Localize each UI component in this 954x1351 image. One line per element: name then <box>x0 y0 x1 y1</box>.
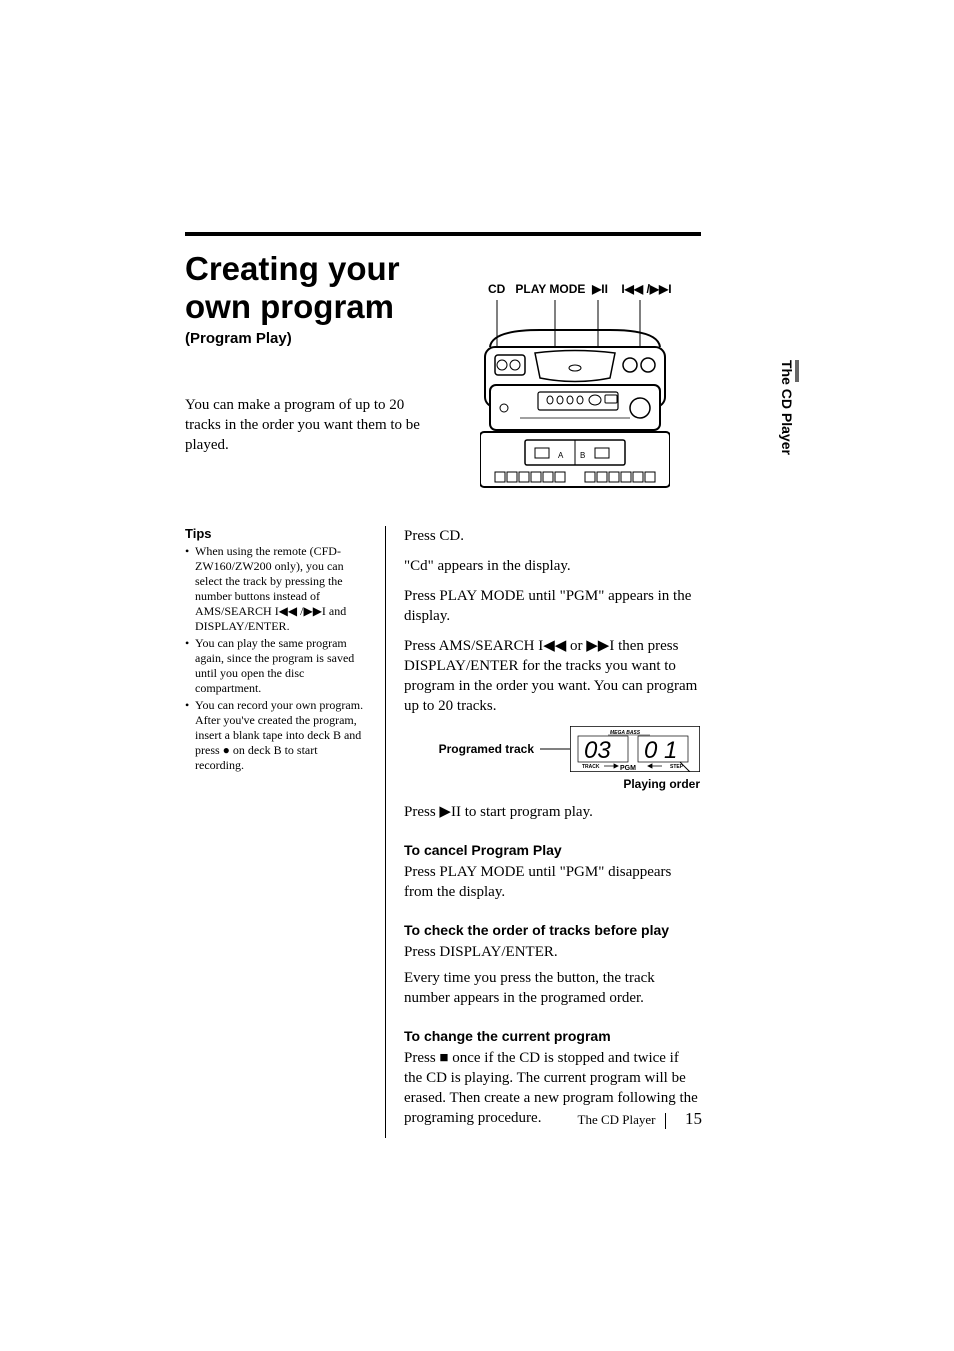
step-4: Press ▶II to start program play. <box>404 802 700 822</box>
step-1a: Press CD. <box>404 526 700 546</box>
tip-item: You can record your own program. After y… <box>185 698 367 773</box>
title-line1: Creating your <box>185 250 400 287</box>
step-label: STEP <box>670 764 684 770</box>
footer-section: The CD Player <box>578 1112 656 1127</box>
device-label-cd: CD <box>488 282 505 296</box>
display-figure-row: Programed track MEGA BASS 03 0 1 TRACK S… <box>404 726 700 772</box>
page-footer: The CD Player 15 <box>567 1109 702 1129</box>
step-3: Press AMS/SEARCH I◀◀ or ▶▶I then press D… <box>404 636 700 716</box>
page-content: Creating your own program (Program Play)… <box>185 232 770 455</box>
playing-order-label: Playing order <box>623 777 700 791</box>
svg-text:A: A <box>558 451 564 460</box>
lcd-right-value: 0 1 <box>644 737 677 764</box>
footer-divider <box>665 1113 666 1129</box>
title-line2: own program <box>185 288 394 325</box>
programed-track-label: Programed track <box>404 739 534 759</box>
tips-heading: Tips <box>185 526 367 541</box>
tip-item: You can play the same program again, sin… <box>185 636 367 696</box>
check-body-2: Every time you press the button, the tra… <box>404 968 700 1008</box>
check-heading: To check the order of tracks before play <box>404 920 700 940</box>
side-tab-label: The CD Player <box>777 360 795 470</box>
lcd-display: MEGA BASS 03 0 1 TRACK STEP PGM <box>570 726 700 772</box>
svg-text:B: B <box>580 451 585 460</box>
device-label-row: CD PLAY MODE ▶II I◀◀ /▶▶I <box>488 282 672 296</box>
prev-next-icon: I◀◀ /▶▶I <box>621 282 671 296</box>
page-number: 15 <box>685 1109 702 1128</box>
side-tab-accent <box>795 360 799 382</box>
device-illustration: A B <box>480 300 670 500</box>
page-subtitle: (Program Play) <box>185 330 770 347</box>
change-heading: To change the current program <box>404 1026 700 1046</box>
leader-line-icon <box>540 739 570 759</box>
pgm-label: PGM <box>620 765 636 772</box>
step-2: Press PLAY MODE until "PGM" appears in t… <box>404 586 700 626</box>
page-title: Creating your own program <box>185 250 770 326</box>
cancel-heading: To cancel Program Play <box>404 840 700 860</box>
track-label: TRACK <box>582 764 600 770</box>
tip-item: When using the remote (CFD-ZW160/ZW200 o… <box>185 544 367 634</box>
step-1b: "Cd" appears in the display. <box>404 556 700 576</box>
cancel-body: Press PLAY MODE until "PGM" disappears f… <box>404 862 700 902</box>
device-label-playmode: PLAY MODE <box>515 282 585 296</box>
play-pause-icon: ▶II <box>592 282 608 296</box>
body-columns: Tips When using the remote (CFD-ZW160/ZW… <box>185 526 700 1138</box>
column-divider <box>385 526 386 1138</box>
tips-column: Tips When using the remote (CFD-ZW160/ZW… <box>185 526 385 1138</box>
check-body-1: Press DISPLAY/ENTER. <box>404 942 700 962</box>
intro-text: You can make a program of up to 20 track… <box>185 395 435 455</box>
lcd-left-value: 03 <box>584 737 611 764</box>
main-column: Press CD. "Cd" appears in the display. P… <box>404 526 700 1138</box>
